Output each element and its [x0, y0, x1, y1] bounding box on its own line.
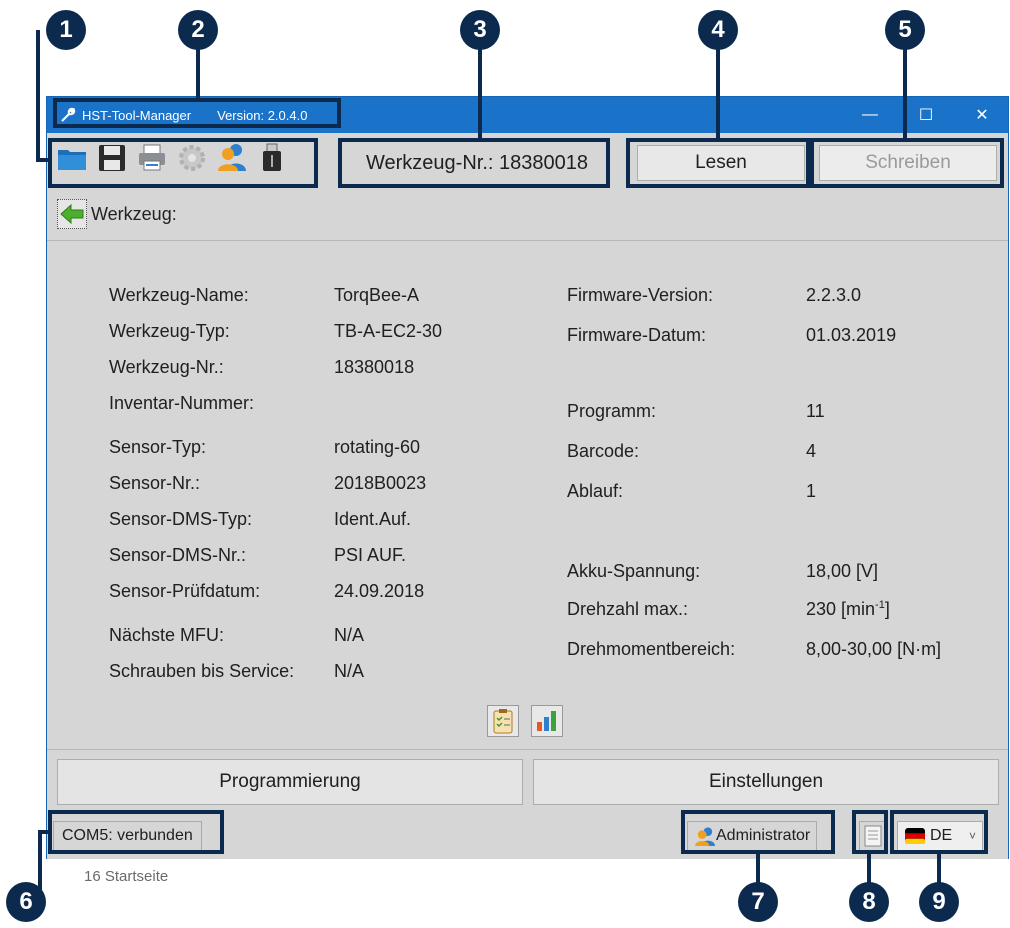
- field-value: 1: [806, 481, 817, 501]
- field-label: Firmware-Datum:: [567, 325, 707, 345]
- callout-line: [903, 44, 907, 140]
- field-label: Akku-Spannung:: [567, 561, 701, 581]
- close-button[interactable]: ✕: [959, 97, 1005, 133]
- field-value: 01.03.2019: [806, 325, 897, 345]
- callout-box-9: [890, 810, 988, 854]
- callout-box-7: [681, 810, 835, 854]
- field-value: 11: [806, 401, 825, 421]
- field-value: 2018B0023: [334, 473, 427, 493]
- callout-number-7: 7: [738, 882, 778, 922]
- callout-box-8: [852, 810, 888, 854]
- rpm-value: 230 [min: [806, 599, 876, 619]
- field-label: Drehmomentbereich:: [567, 639, 736, 659]
- maximize-button[interactable]: ☐: [903, 97, 949, 133]
- callout-number-3: 3: [460, 10, 500, 50]
- callout-line: [478, 44, 482, 140]
- callout-box-6: [48, 810, 224, 854]
- callout-line: [36, 30, 40, 162]
- field-label: Ablauf:: [567, 481, 624, 501]
- field-label: Sensor-Prüfdatum:: [109, 581, 261, 601]
- field-value: 2.2.3.0: [806, 285, 862, 305]
- field-label: Nächste MFU:: [109, 625, 225, 645]
- field-label: Barcode:: [567, 441, 640, 461]
- app-window: HST-Tool-Manager Version: 2.0.4.0 — ☐ ✕: [46, 96, 1009, 859]
- callout-box-1: [48, 138, 318, 188]
- settings-button[interactable]: Einstellungen: [533, 759, 999, 805]
- field-value: 18,00 [V]: [806, 561, 879, 581]
- callout-number-1: 1: [46, 10, 86, 50]
- callout-number-8: 8: [849, 882, 889, 922]
- field-value: TB-A-EC2-30: [334, 321, 443, 341]
- callout-line: [36, 158, 52, 162]
- field-value: PSI AUF.: [334, 545, 407, 565]
- field-label: Sensor-DMS-Nr.:: [109, 545, 247, 565]
- minimize-button[interactable]: —: [847, 97, 893, 133]
- breadcrumb: Werkzeug:: [57, 199, 177, 229]
- field-label: Werkzeug-Nr.:: [109, 357, 224, 377]
- figure-caption: 16 Startseite: [84, 868, 169, 885]
- field-value: 4: [806, 441, 817, 461]
- callout-number-4: 4: [698, 10, 738, 50]
- rpm-suffix: ]: [884, 599, 890, 619]
- field-label: Sensor-DMS-Typ:: [109, 509, 253, 529]
- checklist-icon[interactable]: [487, 705, 519, 737]
- callout-number-9: 9: [919, 882, 959, 922]
- field-label: Firmware-Version:: [567, 285, 714, 305]
- field-label: Drehzahl max.:: [567, 599, 689, 619]
- callout-number-2: 2: [178, 10, 218, 50]
- rpm-exponent: -1: [875, 599, 885, 611]
- callout-line: [38, 830, 42, 890]
- callout-number-5: 5: [885, 10, 925, 50]
- field-label: Programm:: [567, 401, 657, 421]
- callout-box-5: [810, 138, 1004, 188]
- field-value: Ident.Auf.: [334, 509, 412, 529]
- breadcrumb-label: Werkzeug:: [91, 203, 177, 224]
- callout-number-6: 6: [6, 882, 46, 922]
- field-value: TorqBee-A: [334, 285, 420, 305]
- back-arrow-icon[interactable]: [57, 199, 87, 229]
- programming-button[interactable]: Programmierung: [57, 759, 523, 805]
- callout-line: [196, 44, 200, 100]
- field-label: Schrauben bis Service:: [109, 661, 295, 681]
- field-label: Sensor-Nr.:: [109, 473, 201, 493]
- field-value: 8,00-30,00 [N·m]: [806, 639, 942, 659]
- field-label: Inventar-Nummer:: [109, 393, 255, 413]
- divider: [47, 749, 1008, 750]
- field-label: Sensor-Typ:: [109, 437, 207, 457]
- field-value: N/A: [334, 661, 365, 681]
- field-label: Werkzeug-Typ:: [109, 321, 230, 341]
- callout-box-3: [338, 138, 610, 188]
- field-value: 24.09.2018: [334, 581, 425, 601]
- callout-box-4: [626, 138, 810, 188]
- field-value: 230 [min-1]: [806, 599, 890, 620]
- callout-line: [716, 44, 720, 140]
- field-value: 18380018: [334, 357, 415, 377]
- callout-box-2: [53, 98, 341, 128]
- field-value: N/A: [334, 625, 365, 645]
- bar-chart-icon[interactable]: [531, 705, 563, 737]
- divider: [47, 240, 1008, 241]
- field-value: rotating-60: [334, 437, 421, 457]
- field-label: Werkzeug-Name:: [109, 285, 249, 305]
